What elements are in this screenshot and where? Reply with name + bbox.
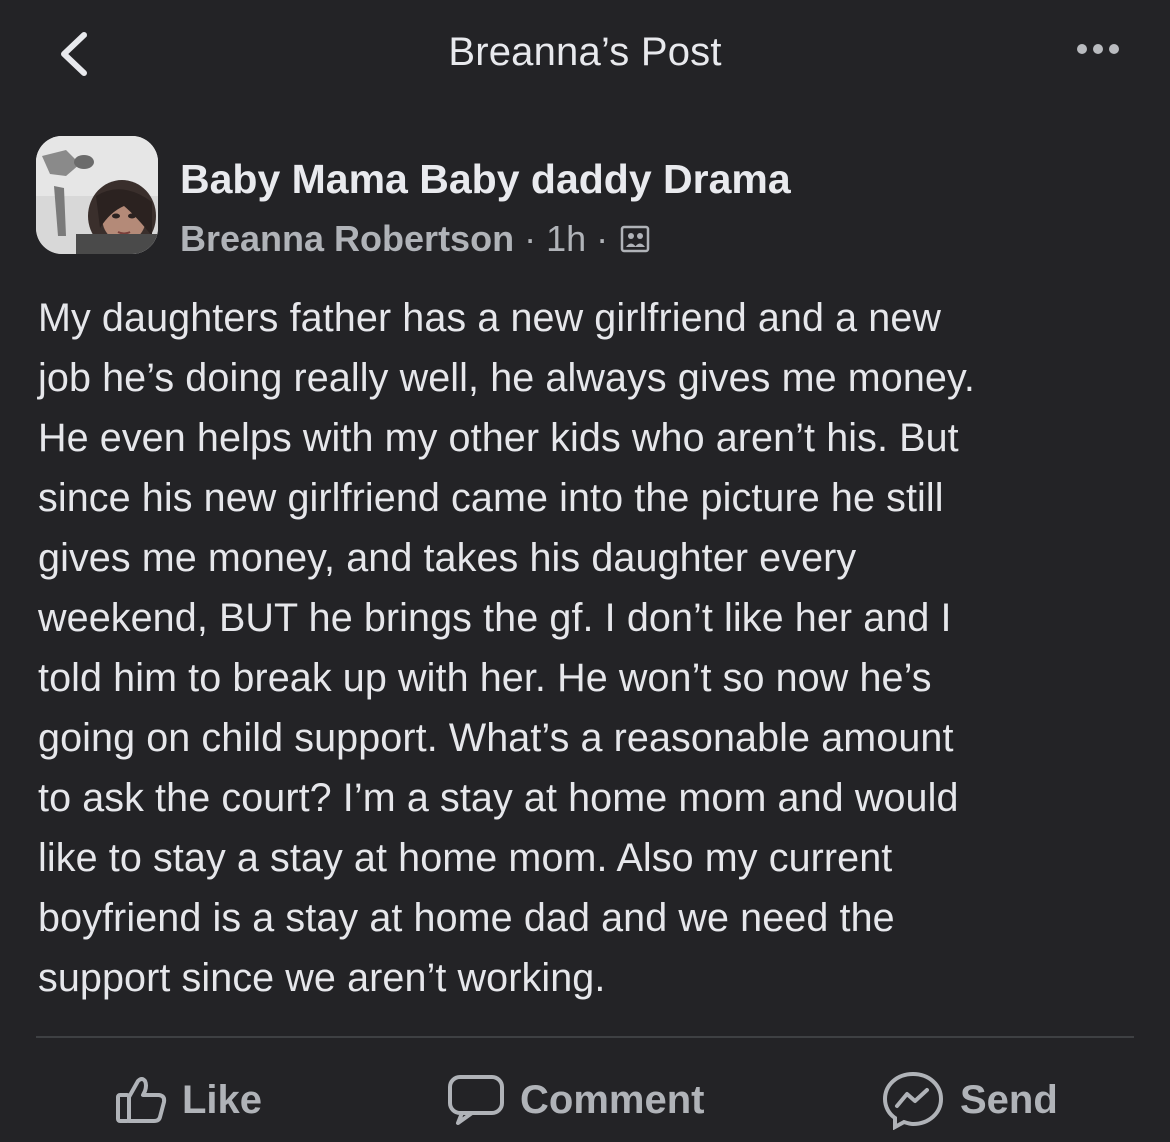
like-button[interactable]: Like [114, 1072, 262, 1128]
send-label: Send [960, 1077, 1058, 1122]
post-time[interactable]: 1h [546, 218, 586, 260]
more-horizontal-icon [1093, 44, 1103, 54]
post-text: My daughters father has a new girlfriend… [38, 296, 975, 1000]
more-horizontal-icon [1077, 44, 1087, 54]
comment-label: Comment [520, 1077, 705, 1122]
author-name[interactable]: Breanna Robertson [180, 218, 514, 260]
post-meta: Breanna Robertson · 1h · [180, 218, 650, 260]
divider [36, 1036, 1134, 1038]
meta-separator: · [596, 218, 609, 259]
group-icon [620, 225, 650, 253]
profile-photo [36, 136, 158, 254]
thumbs-up-icon [116, 1077, 167, 1123]
more-options-button[interactable] [1068, 34, 1128, 64]
top-bar: Breanna’s Post [0, 0, 1170, 110]
meta-separator: · [524, 218, 537, 259]
messenger-icon [882, 1071, 944, 1130]
avatar[interactable] [36, 136, 158, 254]
send-button[interactable]: Send [880, 1071, 1058, 1130]
group-name[interactable]: Baby Mama Baby daddy Drama [180, 156, 791, 203]
post-header: Baby Mama Baby daddy Drama Breanna Rober… [36, 136, 1136, 261]
like-label: Like [182, 1077, 263, 1122]
post-actions: Like Comment Send [0, 1060, 1170, 1140]
page-title: Breanna’s Post [448, 30, 722, 74]
comment-icon [448, 1075, 504, 1125]
more-horizontal-icon [1109, 44, 1119, 54]
comment-button[interactable]: Comment [446, 1072, 704, 1128]
